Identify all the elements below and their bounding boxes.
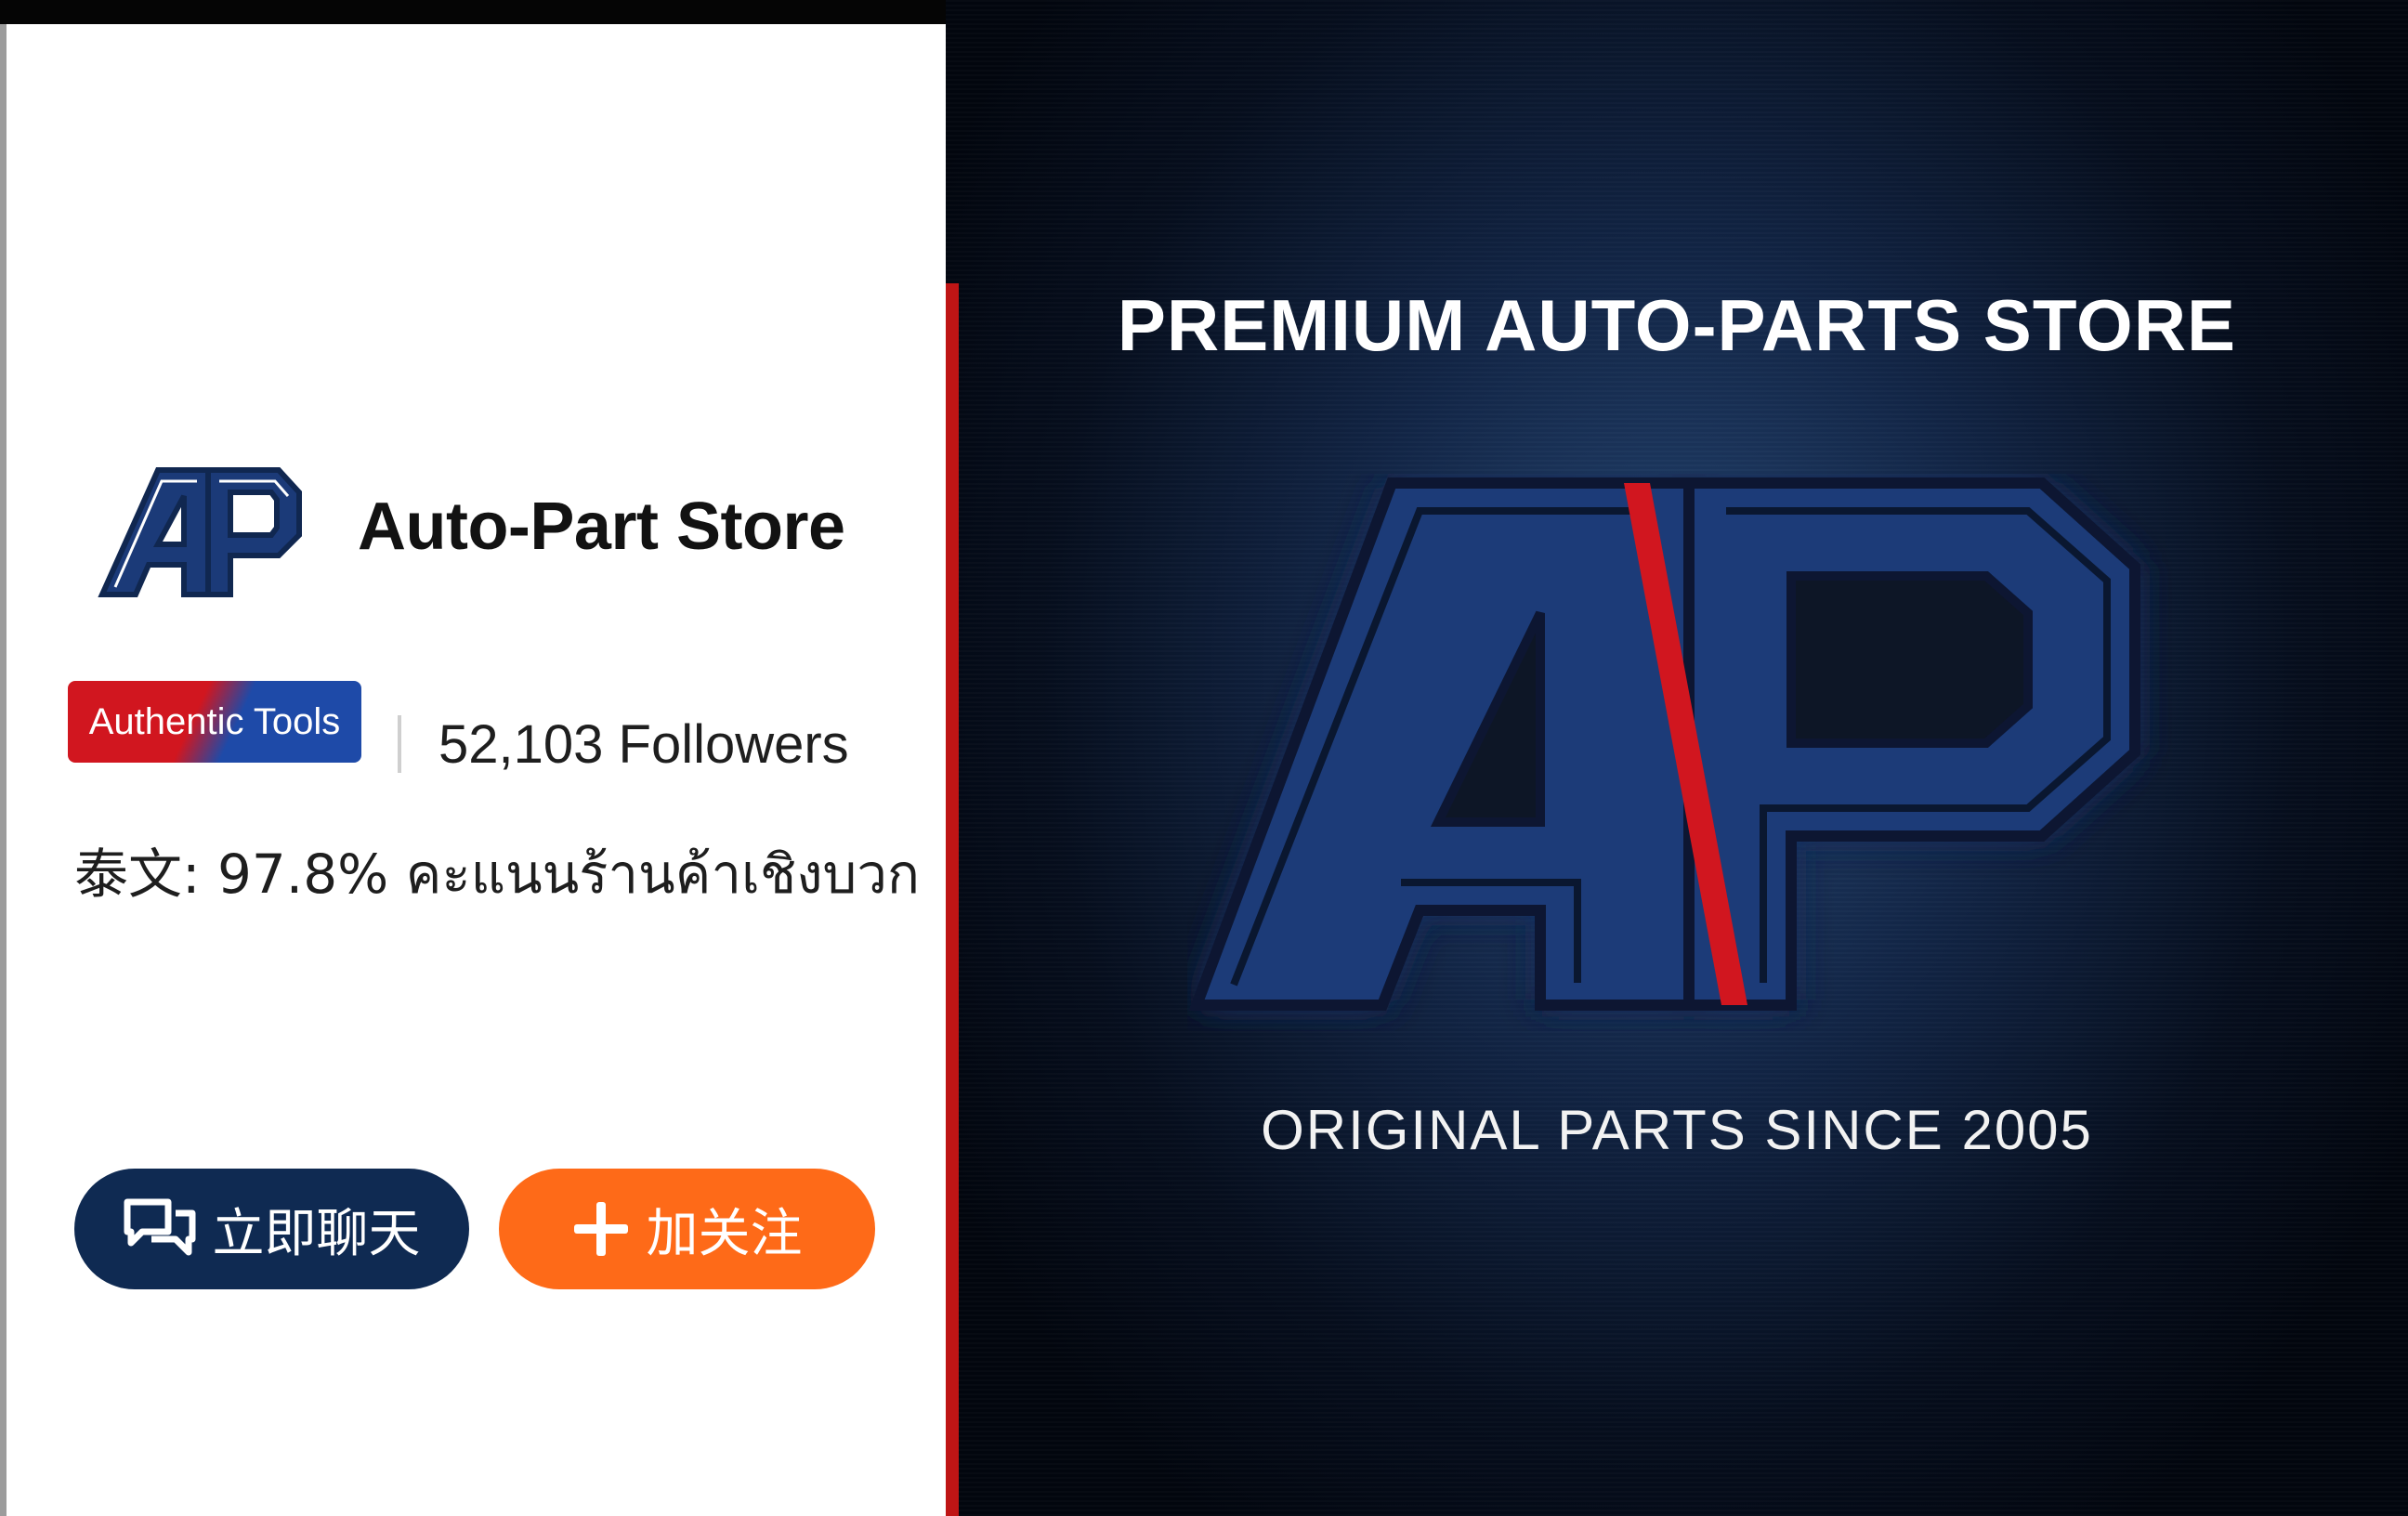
store-screen: Auto-Part Store Authentic Tools 52,103 F… [0,0,2408,1516]
banner-subtitle: ORIGINAL PARTS SINCE 2005 [1261,1099,2093,1161]
left-edge [0,24,7,1516]
red-accent-divider [946,283,959,1516]
chat-now-button[interactable]: 立即聊天 [74,1169,469,1289]
banner-logo [1188,477,2140,1011]
plus-icon [572,1200,630,1258]
stat-divider [398,715,401,773]
chat-now-label: 立即聊天 [212,1203,421,1264]
follow-button[interactable]: 加关注 [499,1169,875,1289]
followers-count: 52,103 Followers [438,714,849,775]
store-banner: PREMIUM AUTO-PARTS STORE ORIGINAL PARTS … [946,0,2408,1516]
authentic-badge: Authentic Tools [68,681,361,763]
store-name: Auto-Part Store [358,490,845,564]
store-rating: 泰文: 97.8% คะแนนร้านค้าเชิงบวก [74,843,921,906]
follow-label: 加关注 [646,1203,803,1264]
chat-bubbles-icon [124,1196,196,1261]
store-logo [98,467,302,597]
banner-title: PREMIUM AUTO-PARTS STORE [1117,284,2237,366]
top-status-bar [0,0,948,24]
